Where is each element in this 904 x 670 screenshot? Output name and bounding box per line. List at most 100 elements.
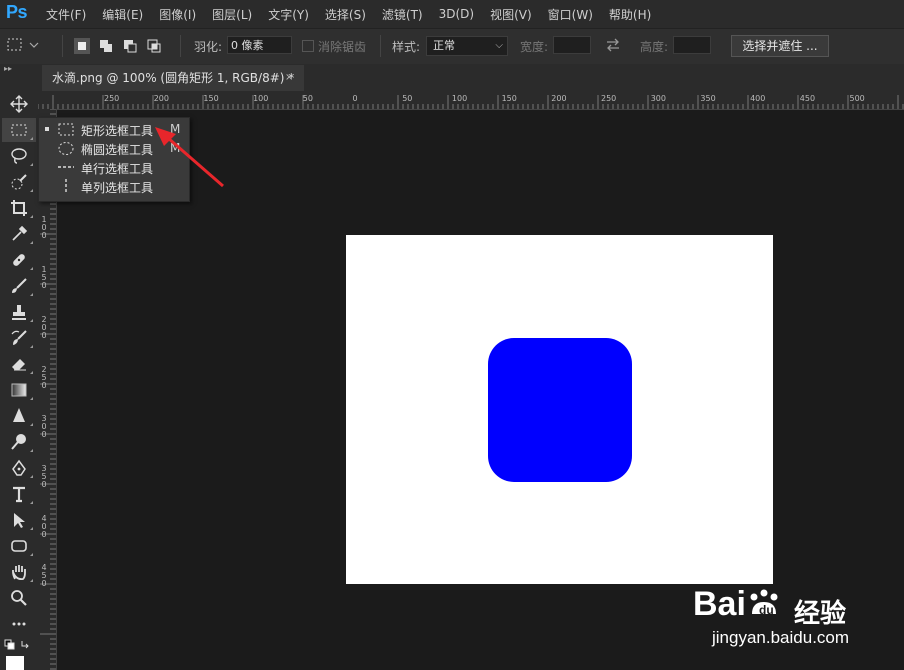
ruler-label: 100 xyxy=(451,94,468,103)
baidu-watermark-logo: Bai du xyxy=(693,585,782,624)
selected-bullet-icon xyxy=(45,127,49,131)
flyout-item-label: 椭圆选框工具 xyxy=(81,143,154,157)
clone-stamp-tool[interactable] xyxy=(2,300,36,324)
hand-tool[interactable] xyxy=(2,560,36,584)
chevron-down-icon: ⌵ xyxy=(495,40,503,51)
type-tool[interactable] xyxy=(2,482,36,506)
brush-tool[interactable] xyxy=(2,274,36,298)
rect-marquee-icon xyxy=(11,124,27,136)
zoom-tool[interactable] xyxy=(2,586,36,610)
blur-tool[interactable] xyxy=(2,404,36,428)
intersect-selection-icon[interactable] xyxy=(147,39,161,53)
move-icon xyxy=(10,95,28,113)
gradient-icon xyxy=(11,383,27,397)
brush-icon xyxy=(12,278,27,293)
feather-input[interactable]: 0 像素 xyxy=(227,36,292,54)
eraser-tool[interactable] xyxy=(2,352,36,376)
quick-selection-icon xyxy=(11,174,27,190)
document-tab[interactable]: 水滴.png @ 100% (圆角矩形 1, RGB/8#) * xyxy=(42,65,304,91)
ellipse-marquee-icon xyxy=(58,142,74,155)
path-selection-tool[interactable] xyxy=(2,508,36,532)
pen-tool[interactable] xyxy=(2,456,36,480)
move-tool[interactable] xyxy=(2,92,36,116)
dodge-icon xyxy=(11,434,26,450)
bandage-icon xyxy=(13,254,25,266)
menu-select[interactable]: 选择(S) xyxy=(317,6,374,23)
gradient-tool[interactable] xyxy=(2,378,36,402)
rect-marquee-icon xyxy=(7,38,39,51)
subtract-from-selection-icon[interactable] xyxy=(124,40,137,53)
history-brush-icon xyxy=(11,330,27,345)
lasso-tool[interactable] xyxy=(2,144,36,168)
ruler-label: 50 xyxy=(302,94,313,103)
ruler-label: 250 xyxy=(104,94,120,103)
ruler-label: 500 xyxy=(849,94,865,103)
ruler-label: 250 xyxy=(601,94,617,103)
close-tab-icon[interactable]: × xyxy=(285,65,293,91)
rounded-rectangle-shape[interactable] xyxy=(488,338,632,482)
ruler-label: 4 0 0 xyxy=(41,513,47,539)
flyout-item-label: 单行选框工具 xyxy=(81,162,154,176)
menu-filter[interactable]: 滤镜(T) xyxy=(374,6,431,23)
width-label: 宽度: xyxy=(520,40,549,54)
ruler-label: 2 0 0 xyxy=(41,314,47,340)
new-selection-icon[interactable] xyxy=(74,38,90,54)
ruler-label: 3 5 0 xyxy=(41,463,47,489)
quick-selection-tool[interactable] xyxy=(2,170,36,194)
magnifier-icon xyxy=(11,590,27,606)
ruler-label: 1 0 0 xyxy=(41,215,47,241)
ruler-label: 150 xyxy=(501,94,517,103)
ruler-label: 4 5 0 xyxy=(41,563,47,589)
antialias-label: 消除锯齿 xyxy=(318,40,367,54)
ruler-label: 50 xyxy=(402,94,413,103)
ruler-label: 450 xyxy=(799,94,816,103)
crop-icon xyxy=(11,200,27,216)
menu-image[interactable]: 图像(I) xyxy=(151,6,204,23)
selection-mode-buttons xyxy=(72,36,172,59)
shape-tool[interactable] xyxy=(2,534,36,558)
select-and-mask-button[interactable]: 选择并遮住 ... xyxy=(731,35,829,57)
menu-type[interactable]: 文字(Y) xyxy=(260,6,317,23)
menu-layer[interactable]: 图层(L) xyxy=(204,6,260,23)
ruler-label: 200 xyxy=(551,94,567,103)
width-input[interactable] xyxy=(553,36,591,54)
divider xyxy=(380,35,381,57)
crop-tool[interactable] xyxy=(2,196,36,220)
menu-file[interactable]: 文件(F) xyxy=(38,6,94,23)
tool-preset-picker[interactable] xyxy=(4,36,44,57)
style-select[interactable]: 正常 ⌵ xyxy=(426,36,508,56)
menu-window[interactable]: 窗口(W) xyxy=(540,6,601,23)
eyedropper-icon xyxy=(12,225,28,241)
arrow-cursor-icon xyxy=(14,513,25,528)
dodge-tool[interactable] xyxy=(2,430,36,454)
antialias-checkbox[interactable] xyxy=(302,40,314,52)
menu-view[interactable]: 视图(V) xyxy=(482,6,540,23)
more-tools-button[interactable] xyxy=(2,612,36,636)
top-ruler: 250 200 150 100 50 0 50 100 150 200 250 300 350 400 45… xyxy=(38,91,904,110)
menu-edit[interactable]: 编辑(E) xyxy=(94,6,151,23)
menu-3d[interactable]: 3D(D) xyxy=(431,7,482,21)
add-to-selection-icon[interactable] xyxy=(100,40,112,52)
ruler-label: 100 xyxy=(253,94,269,103)
height-input[interactable] xyxy=(673,36,711,54)
blur-drop-icon xyxy=(13,408,25,422)
swap-icon[interactable] xyxy=(604,37,622,56)
eyedropper-tool[interactable] xyxy=(2,222,36,246)
foreground-color-swatch[interactable] xyxy=(6,656,24,670)
feather-label: 羽化: xyxy=(194,40,223,54)
healing-brush-tool[interactable] xyxy=(2,248,36,272)
paw-icon: du xyxy=(750,589,778,617)
menu-help[interactable]: 帮助(H) xyxy=(601,6,659,23)
marquee-tool[interactable] xyxy=(2,118,36,142)
hand-icon xyxy=(12,565,26,581)
type-icon xyxy=(13,486,25,503)
history-brush-tool[interactable] xyxy=(2,326,36,350)
default-colors-icon[interactable] xyxy=(4,638,34,655)
lasso-icon xyxy=(11,148,27,164)
annotation-arrow xyxy=(155,127,224,188)
ruler-label: 2 5 0 xyxy=(41,364,47,390)
ruler-label: 150 xyxy=(203,94,219,103)
stamp-icon xyxy=(12,305,26,320)
collapse-panel-icon[interactable]: ▸▸ xyxy=(4,64,12,73)
ruler-label: 3 0 0 xyxy=(41,414,47,440)
